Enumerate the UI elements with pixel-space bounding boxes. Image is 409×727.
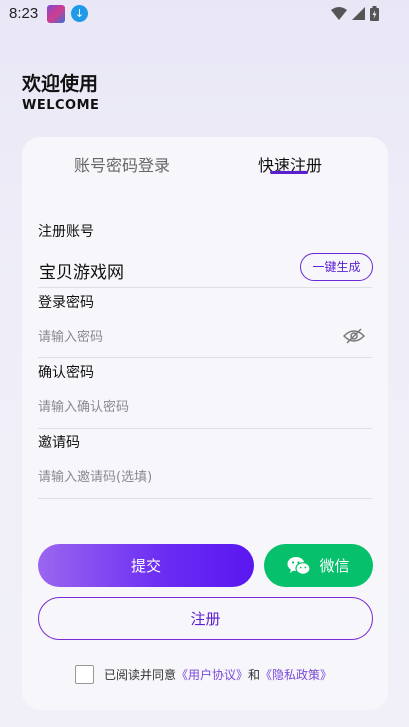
confirm-password-input[interactable] (38, 395, 338, 419)
signal-icon (352, 7, 365, 20)
privacy-policy-link[interactable]: 《隐私政策》 (260, 666, 332, 683)
register-card: 账号密码登录 快速注册 注册账号 宝贝游戏网 一键生成 登录密码 确认密码 邀请… (22, 137, 388, 710)
page-title: 欢迎使用 (22, 73, 99, 95)
divider (38, 357, 372, 358)
submit-button[interactable]: 提交 (38, 544, 254, 587)
user-agreement-link[interactable]: 《用户协议》 (176, 666, 248, 683)
account-value[interactable]: 宝贝游戏网 (39, 258, 124, 283)
wechat-button-label: 微信 (319, 557, 350, 575)
account-label: 注册账号 (38, 224, 94, 240)
invite-code-input[interactable] (38, 465, 338, 489)
eye-hidden-icon[interactable] (343, 327, 365, 345)
agreement-and: 和 (248, 668, 261, 682)
wechat-icon (287, 556, 312, 575)
battery-icon (370, 6, 379, 21)
status-icons (331, 6, 379, 21)
divider (38, 428, 372, 429)
password-label: 登录密码 (38, 295, 94, 311)
confirm-password-label: 确认密码 (38, 365, 94, 381)
agreement-row: 已阅读并同意 《用户协议》 和 《隐私政策》 (75, 665, 332, 684)
divider (38, 498, 372, 499)
download-icon: ↓ (71, 5, 88, 22)
app-thumbnail-icon (47, 5, 65, 23)
invite-code-label: 邀请码 (38, 435, 80, 451)
agreement-checkbox[interactable] (75, 665, 94, 684)
wechat-login-button[interactable]: 微信 (264, 544, 373, 587)
status-time: 8:23 (9, 5, 39, 22)
register-button[interactable]: 注册 (38, 597, 373, 640)
password-input[interactable] (38, 325, 338, 349)
generate-account-button[interactable]: 一键生成 (300, 253, 373, 281)
status-bar: 8:23 ↓ (0, 0, 409, 30)
page-subtitle: WELCOME (22, 98, 100, 113)
tab-password-login[interactable]: 账号密码登录 (74, 152, 170, 176)
divider (38, 287, 372, 288)
active-tab-indicator (270, 171, 308, 174)
wifi-icon (331, 7, 347, 20)
agreement-prefix: 已阅读并同意 (104, 668, 177, 682)
